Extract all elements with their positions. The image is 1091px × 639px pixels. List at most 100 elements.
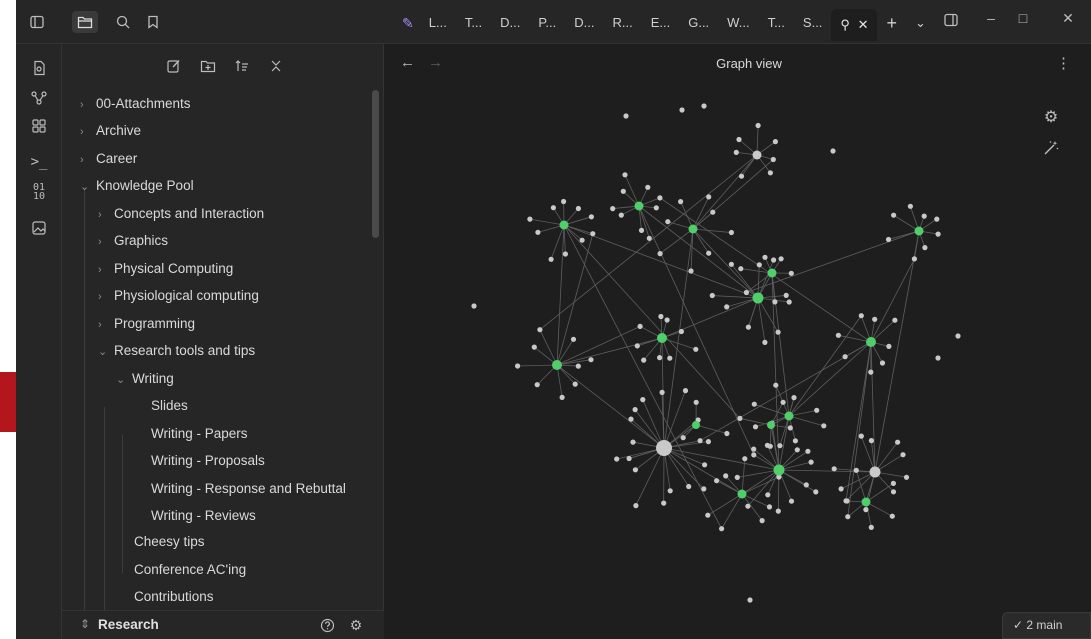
graph-node[interactable] xyxy=(911,256,918,262)
graph-node[interactable] xyxy=(588,357,594,363)
graph-node[interactable] xyxy=(900,452,906,458)
graph-node[interactable] xyxy=(623,113,629,119)
graph-node[interactable] xyxy=(550,205,556,211)
graph-node[interactable] xyxy=(531,344,537,350)
graph-node[interactable] xyxy=(844,498,850,504)
file-writing-proposals[interactable]: Writing - Proposals xyxy=(151,449,265,473)
graph-node[interactable] xyxy=(771,257,777,263)
graph-node[interactable] xyxy=(527,216,533,222)
graph-node[interactable] xyxy=(869,466,881,478)
graph-node[interactable] xyxy=(622,172,628,178)
graph-node[interactable] xyxy=(858,313,864,319)
graph-node[interactable] xyxy=(724,430,730,437)
graph-node[interactable] xyxy=(814,407,820,413)
graph-node[interactable] xyxy=(868,438,874,444)
sidebar-scrollbar[interactable] xyxy=(372,90,379,238)
graph-node[interactable] xyxy=(921,213,927,219)
graph-node[interactable] xyxy=(710,209,716,215)
graph-node[interactable] xyxy=(903,474,910,480)
graph-node[interactable] xyxy=(728,229,734,236)
search-icon[interactable] xyxy=(112,11,134,33)
tab[interactable]: L... xyxy=(420,9,456,37)
minimize-icon[interactable]: – xyxy=(979,10,1003,26)
graph-view-icon[interactable] xyxy=(27,86,51,110)
open-quick-switcher-icon[interactable] xyxy=(27,56,51,80)
graph-node[interactable] xyxy=(640,397,646,403)
graph-node[interactable] xyxy=(808,459,814,465)
graph-node[interactable] xyxy=(659,389,665,395)
graph-node[interactable] xyxy=(922,245,928,251)
graph-node[interactable] xyxy=(575,363,581,369)
graph-node[interactable] xyxy=(935,355,941,361)
folder-knowledge-pool[interactable]: ⌄ Knowledge Pool xyxy=(80,174,194,198)
graph-node[interactable] xyxy=(719,526,725,532)
graph-node[interactable] xyxy=(705,512,711,518)
pin-icon[interactable]: ✎ xyxy=(396,9,420,37)
graph-node[interactable] xyxy=(787,425,793,431)
folder-physical-computing[interactable]: › Physical Computing xyxy=(98,257,233,281)
graph-node[interactable] xyxy=(755,122,761,129)
folder-writing[interactable]: ⌄ Writing xyxy=(116,367,174,391)
graph-node[interactable] xyxy=(868,369,874,375)
more-options-icon[interactable]: ⋮ xyxy=(1056,54,1071,72)
graph-node[interactable] xyxy=(575,205,581,212)
graph-node[interactable] xyxy=(889,513,895,519)
graph-node[interactable] xyxy=(890,489,897,495)
graph-node[interactable] xyxy=(618,212,624,218)
graph-node[interactable] xyxy=(572,381,578,387)
graph-node[interactable] xyxy=(770,156,776,163)
collapse-all-icon[interactable] xyxy=(266,56,286,76)
graph-node[interactable] xyxy=(767,421,775,429)
graph-node[interactable] xyxy=(638,227,645,233)
graph-node[interactable] xyxy=(784,411,794,421)
graph-node[interactable] xyxy=(907,203,914,209)
file-conference-acing[interactable]: Conference AC'ing xyxy=(134,558,246,582)
graph-node[interactable] xyxy=(679,107,685,113)
graph-node[interactable] xyxy=(835,332,841,338)
graph-node[interactable] xyxy=(657,333,667,343)
graph-node[interactable] xyxy=(838,486,844,492)
files-icon[interactable] xyxy=(72,11,98,33)
tab[interactable]: G... xyxy=(679,9,718,37)
new-tab-button[interactable]: + xyxy=(877,9,906,37)
graph-node[interactable] xyxy=(866,337,876,347)
graph-node[interactable] xyxy=(765,492,771,498)
graph-node[interactable] xyxy=(688,224,698,234)
graph-node[interactable] xyxy=(737,415,743,421)
graph-node[interactable] xyxy=(634,201,644,211)
graph-node[interactable] xyxy=(705,439,711,445)
graph-node[interactable] xyxy=(886,343,892,349)
tab[interactable]: S... xyxy=(794,9,832,37)
graph-node[interactable] xyxy=(759,518,765,524)
graph-node[interactable] xyxy=(733,149,739,155)
graph-node[interactable] xyxy=(842,354,848,360)
graph-node[interactable] xyxy=(892,317,898,323)
graph-node[interactable] xyxy=(935,231,941,237)
graph-node[interactable] xyxy=(863,507,869,513)
graph-node[interactable] xyxy=(734,474,740,480)
file-slides[interactable]: Slides xyxy=(151,394,188,418)
graph-node[interactable] xyxy=(752,150,762,160)
graph-node[interactable] xyxy=(709,292,715,299)
graph-node[interactable] xyxy=(890,480,896,486)
graph-node[interactable] xyxy=(858,433,864,439)
folder-00-attachments[interactable]: › 00-Attachments xyxy=(80,92,191,116)
graph-node[interactable] xyxy=(775,508,781,514)
graph-node[interactable] xyxy=(728,261,734,267)
graph-node[interactable] xyxy=(667,488,673,494)
graph-node[interactable] xyxy=(751,446,757,452)
graph-node[interactable] xyxy=(777,443,783,449)
graph-node[interactable] xyxy=(773,464,785,476)
magic-wand-icon[interactable] xyxy=(1040,137,1062,159)
file-contributions[interactable]: Contributions xyxy=(134,585,214,609)
graph-node[interactable] xyxy=(657,355,663,361)
graph-node[interactable] xyxy=(780,399,786,405)
tab[interactable]: P... xyxy=(529,9,565,37)
graph-settings-gear-icon[interactable]: ⚙ xyxy=(1040,106,1062,128)
folder-archive[interactable]: › Archive xyxy=(80,119,141,143)
graph-node[interactable] xyxy=(745,503,751,509)
graph-node[interactable] xyxy=(682,388,689,394)
graph-node[interactable] xyxy=(743,289,749,296)
graph-node[interactable] xyxy=(794,447,800,453)
graph-node[interactable] xyxy=(751,401,757,407)
